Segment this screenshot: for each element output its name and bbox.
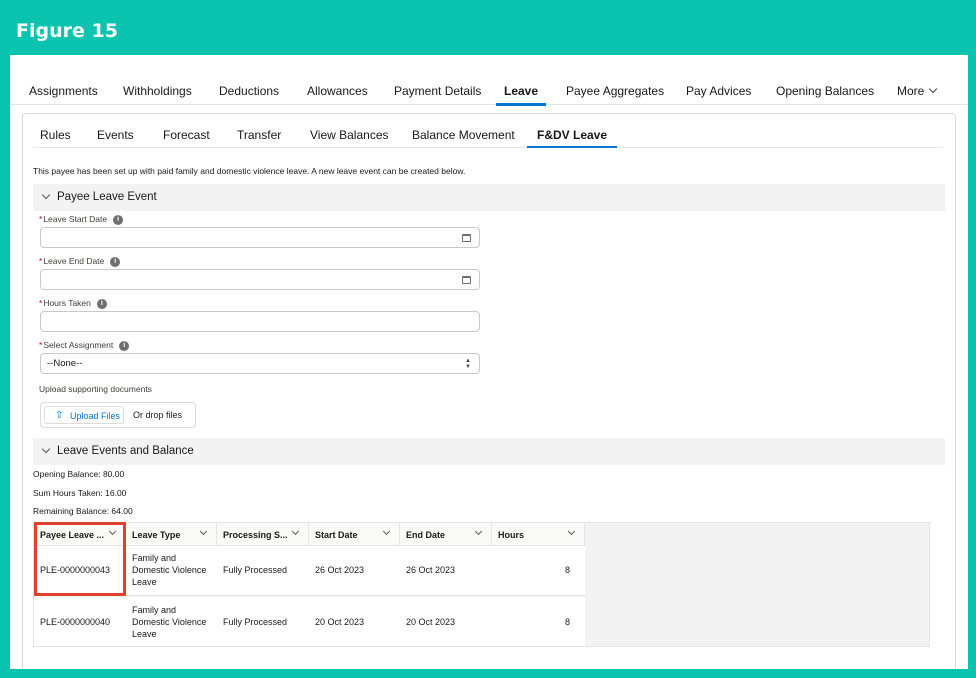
chevron-down-icon[interactable] [199,527,208,536]
cell-hours: 8 [565,565,571,575]
chevron-down-icon[interactable] [474,527,483,536]
calendar-icon[interactable] [462,276,471,284]
col-header-leave-type[interactable]: Leave Type [126,523,217,546]
tab-opening-balances[interactable]: Opening Balances [776,84,874,98]
cell-payee-leave-id[interactable]: PLE-0000000043 [40,565,110,575]
chevron-down-icon [41,190,51,200]
cell-leave-type: Family and Domestic Violence Leave [132,605,207,639]
cell-start-date: 20 Oct 2023 [315,617,365,627]
col-header-processing-status[interactable]: Processing S... [217,523,309,546]
leave-start-date-input[interactable] [40,227,480,248]
info-icon[interactable]: i [119,340,130,351]
intro-text: This payee has been set up with paid fam… [33,166,466,176]
tab-more[interactable]: More [897,84,938,98]
cell-payee-leave-id[interactable]: PLE-0000000040 [40,617,110,627]
cell-end-date: 20 Oct 2023 [406,617,456,627]
subtab-transfer[interactable]: Transfer [237,128,281,142]
upload-icon: ⇧ [55,410,64,421]
chevron-down-icon [41,444,51,454]
tab-payee-aggregates[interactable]: Payee Aggregates [566,84,664,98]
tab-more-label: More [897,84,925,98]
subtab-balance-movement[interactable]: Balance Movement [412,128,515,142]
chevron-down-icon[interactable] [291,527,300,536]
info-icon[interactable]: i [110,256,121,267]
table-row[interactable]: PLE-0000000040 Family and Domestic Viole… [34,597,585,647]
section-payee-leave-event[interactable]: Payee Leave Event [33,184,945,211]
upload-label: Upload supporting documents [39,384,152,394]
remaining-balance: Remaining Balance: 64.00 [33,506,133,516]
leave-end-date-label: *Leave End Date i [39,256,121,267]
calendar-icon[interactable] [462,234,471,242]
tab-withholdings[interactable]: Withholdings [123,84,192,98]
subtab-events[interactable]: Events [97,128,134,142]
up-down-arrows-icon: ▲ ▼ [465,358,471,370]
col-header-end-date[interactable]: End Date [400,523,492,546]
hours-taken-input[interactable] [40,311,480,332]
figure-title: Figure 15 [16,20,118,42]
cell-start-date: 26 Oct 2023 [315,565,365,575]
leave-events-table: Payee Leave ... Leave Type Processing S.… [33,522,930,647]
subtab-forecast[interactable]: Forecast [163,128,210,142]
tab-allowances[interactable]: Allowances [307,84,368,98]
drop-files-text: Or drop files [133,410,183,420]
section-leave-events-balance[interactable]: Leave Events and Balance [33,438,945,465]
cell-leave-type: Family and Domestic Violence Leave [132,553,207,587]
cell-processing-status: Fully Processed [223,565,288,575]
subtab-fdv-leave[interactable]: F&DV Leave [526,128,618,148]
cell-hours: 8 [565,617,571,627]
tab-payment-details[interactable]: Payment Details [394,84,481,98]
upload-files-button[interactable]: ⇧ Upload Files [44,406,124,424]
section-title: Leave Events and Balance [57,445,194,457]
cell-processing-status: Fully Processed [223,617,288,627]
col-header-payee-leave[interactable]: Payee Leave ... [34,523,126,546]
chevron-down-icon[interactable] [567,527,576,536]
subtab-rules[interactable]: Rules [40,128,71,142]
tab-pay-advices[interactable]: Pay Advices [686,84,751,98]
chevron-down-icon[interactable] [108,527,117,536]
payee-record-panel: Assignments Withholdings Deductions Allo… [10,55,968,669]
sum-hours-taken: Sum Hours Taken: 16.00 [33,488,127,498]
col-header-hours[interactable]: Hours [492,523,585,546]
leave-card: Rules Events Forecast Transfer View Bala… [22,113,956,669]
leave-start-date-label: *Leave Start Date i [39,214,124,225]
select-assignment-label: *Select Assignment i [39,340,130,351]
chevron-down-icon [929,84,938,94]
tab-leave[interactable]: Leave [495,84,547,106]
info-icon[interactable]: i [113,214,124,225]
select-assignment-dropdown[interactable]: --None-- ▲ ▼ [40,353,480,374]
top-tab-bar: Assignments Withholdings Deductions Allo… [10,75,968,106]
cell-end-date: 26 Oct 2023 [406,565,456,575]
select-assignment-value: --None-- [47,358,83,369]
tab-deductions[interactable]: Deductions [219,84,279,98]
chevron-down-icon[interactable] [382,527,391,536]
hours-taken-label: *Hours Taken i [39,298,107,309]
file-dropzone[interactable]: ⇧ Upload Files Or drop files [40,402,196,428]
sub-tab-bar: Rules Events Forecast Transfer View Bala… [33,114,943,148]
opening-balance: Opening Balance: 80.00 [33,469,125,479]
upload-files-label: Upload Files [70,411,121,421]
tab-assignments[interactable]: Assignments [29,84,98,98]
info-icon[interactable]: i [96,298,107,309]
table-row[interactable]: PLE-0000000043 Family and Domestic Viole… [34,546,585,596]
leave-end-date-input[interactable] [40,269,480,290]
section-title: Payee Leave Event [57,191,157,203]
subtab-view-balances[interactable]: View Balances [310,128,389,142]
col-header-start-date[interactable]: Start Date [309,523,400,546]
